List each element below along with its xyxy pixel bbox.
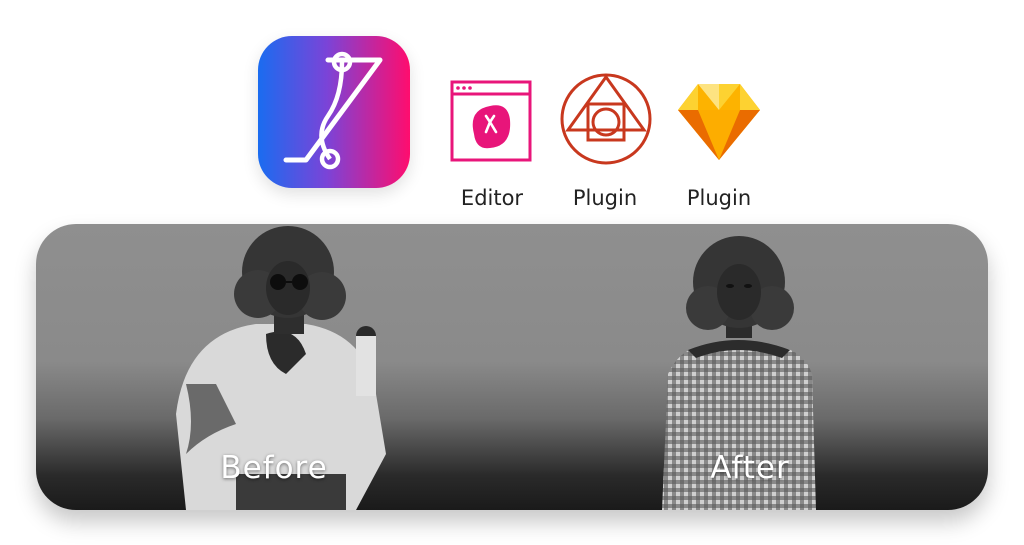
web-editor-icon xyxy=(450,80,532,162)
bezier-curve-icon xyxy=(283,51,383,170)
before-label: Before xyxy=(220,450,328,486)
sketch-plugin-label: Plugin xyxy=(686,186,752,210)
sketch-icon xyxy=(678,84,760,160)
after-photo: After xyxy=(512,224,988,510)
sketch-plugin-tool[interactable]: Plugin xyxy=(672,60,766,210)
editor-label: Editor xyxy=(460,186,524,210)
photopea-plugin-label: Plugin xyxy=(572,186,638,210)
photopea-plugin-tool[interactable]: Plugin xyxy=(556,60,654,210)
before-photo: Before xyxy=(36,224,512,510)
photopea-icon xyxy=(560,73,652,165)
editor-tool[interactable]: Editor xyxy=(446,60,538,210)
app-logo xyxy=(258,36,410,188)
before-after-comparison: Before After xyxy=(36,224,988,510)
after-label: After xyxy=(710,450,790,486)
